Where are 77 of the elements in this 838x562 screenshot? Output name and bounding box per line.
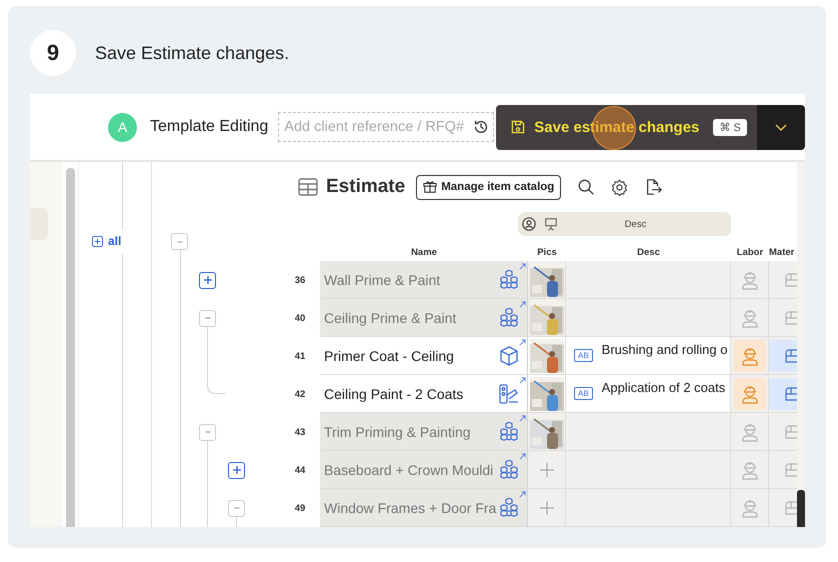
step-title: Save Estimate changes. — [95, 42, 290, 64]
row-number: 44 — [294, 464, 306, 478]
plus-icon[interactable] — [92, 236, 103, 246]
person-tab[interactable] — [518, 212, 540, 236]
desc-cell[interactable] — [566, 261, 731, 299]
column-header: Name — [410, 247, 438, 260]
column-header: Pics — [536, 247, 558, 260]
row-number: 43 — [294, 426, 306, 440]
expand-toggle[interactable] — [199, 272, 216, 288]
text-format-tag[interactable]: AB — [574, 349, 593, 362]
export-icon[interactable] — [644, 178, 662, 196]
dropdown-button[interactable] — [756, 104, 805, 150]
arrow-icon[interactable] — [519, 339, 526, 346]
arrow-icon[interactable] — [519, 301, 526, 308]
plus-icon[interactable] — [202, 275, 212, 285]
arrow-icon[interactable] — [519, 491, 526, 498]
cube-icon[interactable] — [498, 344, 520, 366]
presentation-icon[interactable] — [544, 217, 558, 231]
expand-all-link[interactable]: all — [79, 230, 151, 254]
column-tab[interactable]: Desc — [540, 212, 731, 236]
cubes-icon[interactable] — [498, 422, 520, 442]
add-photo-icon[interactable] — [538, 462, 554, 478]
desc-cell[interactable] — [566, 299, 731, 337]
text-format-tag[interactable]: AB — [574, 387, 593, 400]
row-number: 49 — [294, 502, 306, 516]
name-cell[interactable]: Baseboard + Crown Mouldi — [320, 451, 498, 489]
collapse-toggle[interactable] — [199, 424, 216, 440]
reference-field[interactable]: Add client reference / RFQ# — [278, 112, 494, 142]
collapse-toggle[interactable] — [199, 310, 216, 326]
desc-cell[interactable]: AB Application of 2 coats — [566, 375, 731, 413]
name-cell[interactable]: Window Frames + Door Fra — [320, 489, 498, 527]
worker-icon[interactable] — [734, 378, 766, 410]
row-number: 36 — [294, 274, 306, 288]
description-text: Application of 2 coats — [602, 380, 726, 395]
cubes-icon[interactable] — [498, 498, 520, 518]
gift-icon[interactable] — [423, 180, 438, 194]
avatar: A — [108, 112, 137, 142]
box-icon[interactable] — [769, 340, 797, 372]
table-icon — [298, 177, 318, 197]
arrow-icon[interactable] — [519, 415, 526, 422]
desc-cell[interactable] — [566, 413, 731, 451]
collapse-toggle[interactable] — [171, 233, 188, 250]
paint-icon[interactable] — [498, 382, 520, 404]
shortcut-key: ⌘ S — [713, 118, 747, 136]
plus-icon[interactable] — [232, 465, 242, 475]
column-header: Mater — [769, 247, 796, 260]
search-icon[interactable] — [577, 178, 596, 196]
arrow-icon[interactable] — [519, 453, 526, 460]
column-header: Labor — [736, 247, 764, 260]
cubes-icon[interactable] — [498, 270, 520, 290]
scrollbar[interactable] — [66, 168, 75, 527]
description-text: Brushing and rolling o — [602, 342, 728, 357]
row-number: 40 — [294, 312, 306, 326]
desc-cell[interactable]: AB Brushing and rolling o — [566, 337, 731, 375]
estimate-title: Estimate — [326, 176, 406, 198]
collapse-toggle[interactable] — [228, 500, 245, 516]
name-cell[interactable]: Ceiling Prime & Paint — [320, 299, 498, 337]
expand-toggle[interactable] — [228, 462, 245, 478]
arrow-icon[interactable] — [519, 377, 526, 384]
name-cell[interactable]: Trim Priming & Painting — [320, 413, 498, 451]
column-header: Desc — [636, 247, 661, 260]
cubes-icon[interactable] — [498, 308, 520, 328]
cubes-icon[interactable] — [498, 460, 520, 480]
arrow-icon[interactable] — [519, 263, 526, 270]
step-number: 9 — [30, 30, 76, 76]
add-photo-icon[interactable] — [538, 500, 554, 516]
name-cell[interactable]: Wall Prime & Paint — [320, 261, 498, 299]
row-number: 41 — [294, 350, 306, 364]
scrollbar-thumb[interactable] — [797, 490, 805, 527]
row-number: 42 — [294, 388, 306, 402]
box-icon[interactable] — [769, 378, 797, 410]
template-title: Template Editing — [150, 118, 268, 136]
worker-icon[interactable] — [734, 340, 766, 372]
catalog-button[interactable]: Manage item catalog — [416, 174, 562, 200]
settings-icon[interactable] — [611, 178, 628, 196]
save-icon — [510, 119, 526, 135]
desc-cell[interactable] — [566, 489, 731, 527]
